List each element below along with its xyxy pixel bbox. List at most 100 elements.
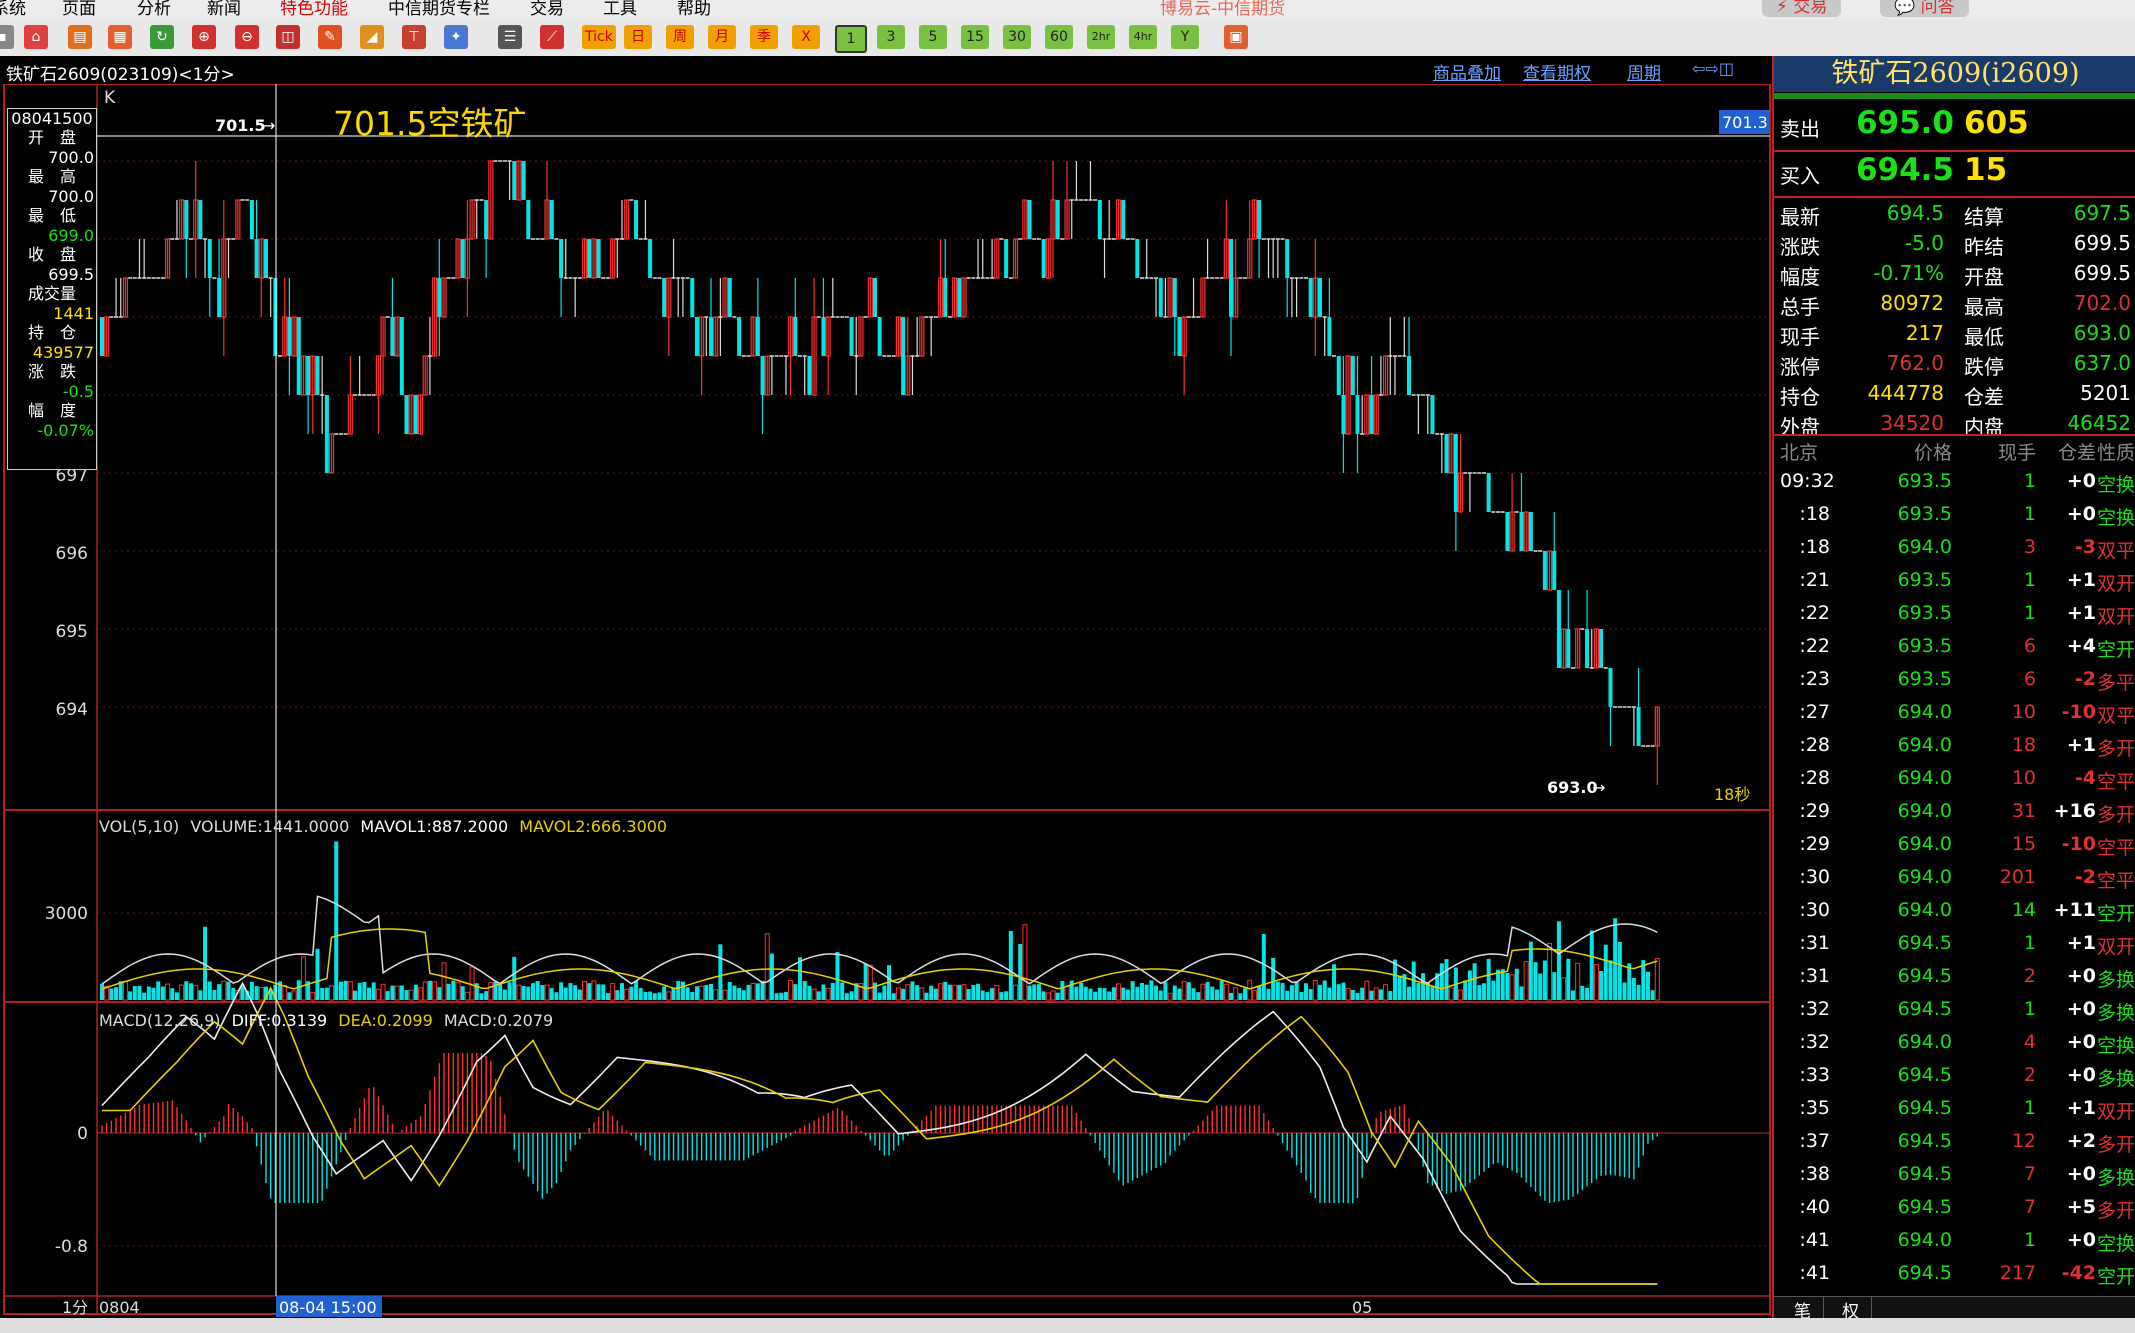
volume-bar: [1528, 941, 1533, 1000]
volume-bar: [554, 992, 559, 1000]
tick-cell: 217: [1999, 1262, 2036, 1284]
options-link[interactable]: 查看期权: [1523, 59, 1591, 84]
timeframe-4hr[interactable]: 4hr: [1129, 25, 1157, 49]
timeframe-60[interactable]: 60: [1045, 25, 1073, 49]
tick-header-cell: 仓差: [2057, 442, 2096, 464]
tick-cell: 693.5: [1897, 668, 1952, 690]
volume-bar: [830, 982, 835, 1000]
timeframe-week[interactable]: 周: [666, 25, 694, 49]
tick-cell: 693.5: [1897, 602, 1952, 624]
filter-icon[interactable]: ⊤: [402, 25, 426, 49]
volume-bar: [300, 956, 306, 1001]
timeframe-tick[interactable]: Tick: [582, 25, 616, 49]
menu-analysis[interactable]: 分析: [137, 0, 171, 18]
volume-bar: [957, 984, 962, 1000]
folder-icon[interactable]: ▦: [108, 25, 132, 49]
tick-row: :41 694.5 217 -42 空开: [1774, 1262, 2135, 1295]
timeframe-2hr[interactable]: 2hr: [1087, 25, 1115, 49]
tick-cell: :30: [1799, 866, 1830, 888]
timeframe-15[interactable]: 15: [961, 25, 989, 49]
timeframe-year[interactable]: Y: [1171, 25, 1199, 49]
chart-icon[interactable]: ⟋: [540, 25, 564, 49]
stat-value: 762.0: [1886, 351, 1944, 375]
volume-bar: [174, 992, 179, 1000]
tick-cell: 694.5: [1897, 1262, 1952, 1284]
menu-trade[interactable]: 交易: [530, 0, 564, 18]
tick-cell: 694.5: [1897, 1196, 1952, 1218]
tick-row: 09:32 693.5 1 +0 空换: [1774, 470, 2135, 503]
tick-header-cell: 价格: [1913, 442, 1952, 464]
menu-system[interactable]: 系统: [0, 0, 26, 18]
menu-citic-column[interactable]: 中信期货专栏: [388, 0, 490, 18]
candle-down: [1055, 200, 1060, 239]
table-icon[interactable]: ☰: [498, 25, 522, 49]
book-icon[interactable]: ▤: [68, 25, 92, 49]
timeframe-month[interactable]: 月: [708, 25, 736, 49]
volume-bar: [652, 993, 657, 1000]
trade-button[interactable]: ⚡ 交易: [1762, 0, 1842, 17]
timeframe-1[interactable]: 1: [835, 25, 867, 53]
ask-button[interactable]: 💬 问答: [1880, 0, 1969, 17]
tick-row: :21 693.5 1 +1 双开: [1774, 569, 2135, 602]
tick-cell: 694.0: [1897, 1031, 1952, 1053]
timeframe-day[interactable]: 日: [624, 25, 652, 49]
timeframe-5[interactable]: 5: [919, 25, 947, 49]
refresh-icon[interactable]: ↻: [150, 25, 174, 49]
chart-canvas[interactable]: K 701.5空铁矿 701.5 → 693.0 → 701.3 18秒 697…: [0, 84, 1772, 1318]
volume-bar: [1486, 958, 1491, 1000]
tick-cell: 双开: [2097, 573, 2135, 595]
volume-bar: [1416, 982, 1421, 1000]
eraser-icon[interactable]: ◢: [360, 25, 384, 49]
candle-down: [1636, 707, 1641, 746]
candle-down: [484, 200, 489, 239]
status-bar: [0, 1318, 2135, 1333]
volume-bar: [919, 987, 925, 1001]
info-value: 699.0: [48, 226, 94, 245]
volume-bar: [971, 984, 976, 1000]
volume-bar: [1500, 969, 1505, 1000]
volume-bar: [446, 983, 451, 1000]
menu-special[interactable]: 特色功能: [280, 0, 348, 18]
volume-bar: [142, 992, 147, 1000]
period-link[interactable]: 周期: [1627, 59, 1661, 84]
zoom-out-icon[interactable]: ⊖: [235, 25, 259, 49]
volume-bar: [1191, 988, 1196, 1000]
tick-row: :22 693.5 6 +4 空开: [1774, 635, 2135, 668]
tick-cell: :28: [1799, 734, 1830, 756]
overlay-link[interactable]: 商品叠加: [1433, 59, 1501, 84]
calculator-icon[interactable]: ▣: [1224, 25, 1248, 49]
tick-cell: 694.5: [1897, 1163, 1952, 1185]
sell-label: 卖出: [1780, 117, 1820, 141]
stat-value: 637.0: [2073, 351, 2131, 375]
timeframe-x[interactable]: X: [792, 25, 820, 49]
menu-page[interactable]: 页面: [62, 0, 96, 18]
candle-down: [1453, 434, 1458, 512]
tick-cell: :37: [1799, 1130, 1830, 1152]
candle-down: [1285, 239, 1290, 278]
layout-icons[interactable]: ⇦⇨◫: [1692, 59, 1734, 78]
menu-help[interactable]: 帮助: [677, 0, 711, 18]
zoom-in-icon[interactable]: ⊕: [192, 25, 216, 49]
new-icon[interactable]: ✦: [444, 25, 468, 49]
candle-down: [306, 356, 311, 395]
menu-tools[interactable]: 工具: [603, 0, 637, 18]
volume-bar: [933, 988, 938, 1000]
buy-price: 694.5: [1855, 152, 1954, 188]
volume-bar: [1083, 986, 1088, 1000]
info-label: 成交量: [27, 284, 76, 303]
tick-cell: 694.5: [1897, 1064, 1952, 1086]
volume-bar: [413, 984, 418, 1000]
info-label: 幅 度: [27, 401, 76, 420]
volume-bar: [685, 987, 690, 1000]
macd-y-tick-neg: -0.8: [55, 1237, 88, 1257]
timeframe-30[interactable]: 30: [1003, 25, 1031, 49]
menu-news[interactable]: 新闻: [207, 0, 241, 18]
timeframe-season[interactable]: 季: [750, 25, 778, 49]
window-icon[interactable]: ▪: [0, 25, 14, 49]
pen-icon[interactable]: ✎: [318, 25, 342, 49]
tick-cell: 空换: [2097, 1035, 2135, 1057]
timeframe-3[interactable]: 3: [877, 25, 905, 49]
volume-bar: [189, 983, 194, 1000]
home-icon[interactable]: ⌂: [24, 25, 48, 49]
windows-icon[interactable]: ◫: [276, 25, 300, 49]
